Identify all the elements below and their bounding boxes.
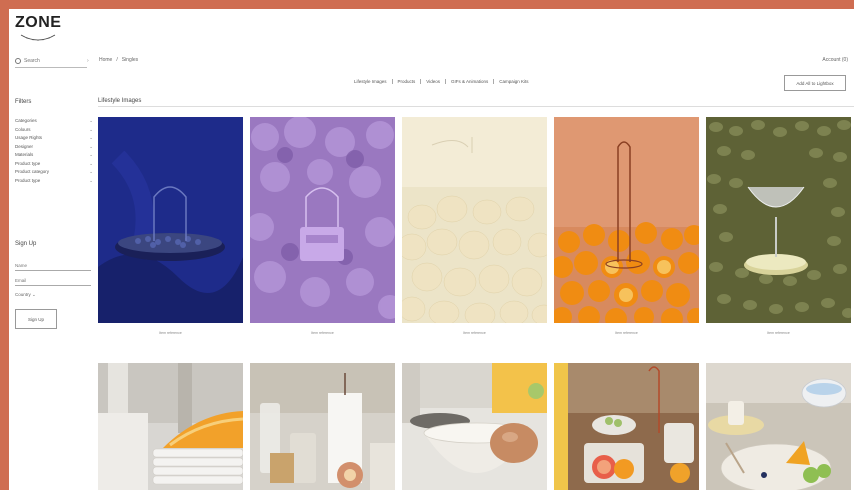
breadcrumb-separator: / [116, 57, 118, 63]
chevron-down-icon: ⌄ [89, 143, 93, 149]
nav-item-gifs[interactable]: GIFs & Animations [446, 79, 495, 84]
chevron-down-icon: ⌄ [89, 169, 93, 174]
search-box[interactable] [15, 55, 87, 68]
filter-item[interactable]: Materials ⌄ [15, 151, 93, 160]
chevron-down-icon: ⌄ [89, 160, 93, 166]
chevron-down-icon: ⌄ [89, 118, 93, 123]
add-to-lightbox-button[interactable]: Add All to Lightbox [784, 75, 846, 91]
image-tile-kitchen-roll[interactable] [250, 363, 395, 490]
section-divider [98, 106, 854, 107]
account-link[interactable]: Account (0) [822, 57, 848, 63]
lifestyle-image [250, 117, 395, 323]
breadcrumb-current: Singles [121, 57, 139, 63]
search-input[interactable] [24, 58, 74, 64]
lifestyle-image [402, 117, 547, 323]
lifestyle-image [250, 363, 395, 490]
section-title: Lifestyle Images [98, 98, 142, 104]
image-caption: Item reference [311, 331, 334, 335]
image-tile-lavender[interactable] [250, 117, 395, 323]
filter-item[interactable]: Designer ⌄ [15, 143, 93, 152]
chevron-down-icon: ⌄ [32, 292, 36, 297]
signup-title: Sign Up [15, 241, 37, 247]
image-caption: Item reference [767, 331, 790, 335]
image-tile-egg-bowl[interactable] [402, 363, 547, 490]
lifestyle-image [402, 363, 547, 490]
image-tile-grapefruit-plates[interactable] [98, 363, 243, 490]
image-tile-blueberries[interactable] [98, 117, 243, 323]
filter-item[interactable]: Product category ⌄ [15, 168, 93, 177]
breadcrumb: Home / Singles [99, 57, 138, 63]
filter-label: Product type [15, 160, 41, 166]
brand-name: ZONE [15, 14, 62, 31]
filter-item[interactable]: Categories ⌄ [15, 117, 93, 126]
filter-item[interactable]: Colours ⌄ [15, 126, 93, 135]
filters-title: Filters [15, 99, 32, 105]
lifestyle-image [706, 363, 851, 490]
image-caption: Item reference [159, 331, 182, 335]
lifestyle-image [98, 117, 243, 323]
signup-email-field[interactable]: Email [15, 276, 91, 286]
filter-label: Product type [15, 177, 41, 183]
filter-item[interactable]: Product type ⌄ [15, 160, 93, 169]
nav-item-videos[interactable]: Videos [421, 79, 446, 84]
chevron-down-icon: ⌄ [89, 152, 93, 157]
lifestyle-image [554, 117, 699, 323]
filter-label: Designer [15, 143, 34, 149]
nav-item-lifestyle[interactable]: Lifestyle Images [349, 79, 393, 84]
filter-item[interactable]: Product type ⌄ [15, 177, 93, 186]
image-tile-olives[interactable] [706, 117, 851, 323]
filter-label: Colours [15, 126, 31, 132]
lifestyle-image [706, 117, 851, 323]
chevron-down-icon: ⌄ [89, 126, 93, 132]
lifestyle-image [98, 363, 243, 490]
brand-logo[interactable]: ZONE [15, 15, 65, 51]
image-caption: Item reference [615, 331, 638, 335]
filter-label: Materials [15, 152, 34, 157]
chevron-down-icon: ⌄ [89, 177, 93, 183]
signup-button[interactable]: Sign Up [15, 309, 57, 329]
search-icon [15, 58, 21, 64]
image-tile-eggs[interactable] [402, 117, 547, 323]
image-caption: Item reference [463, 331, 486, 335]
chevron-down-icon: ⌄ [89, 135, 93, 140]
lifestyle-image [554, 363, 699, 490]
chevron-right-icon: › [87, 58, 89, 64]
filter-item[interactable]: Usage Rights ⌄ [15, 134, 93, 143]
country-select[interactable]: Country ⌄ [15, 292, 36, 298]
app-frame: ZONE › Home / Singles Account (0) Lifest… [9, 9, 854, 490]
filter-label: Usage Rights [15, 135, 43, 140]
breadcrumb-home[interactable]: Home [99, 57, 112, 63]
filters-list: Categories ⌄ Colours ⌄ Usage Rights ⌄ Desig… [15, 117, 93, 185]
image-tile-kiwi-plate[interactable] [706, 363, 851, 490]
image-tile-oranges[interactable] [554, 117, 699, 323]
filter-label: Product category [15, 169, 50, 174]
image-tile-breakfast-table[interactable] [554, 363, 699, 490]
nav-item-campaign[interactable]: Campaign Kits [494, 79, 533, 84]
signup-name-field[interactable]: Name [15, 261, 91, 271]
filter-label: Categories [15, 118, 37, 123]
logo-arc-icon [20, 34, 56, 41]
nav-item-products[interactable]: Products [393, 79, 422, 84]
category-nav: Lifestyle Images Products Videos GIFs & … [349, 79, 534, 84]
country-label: Country [15, 292, 31, 297]
